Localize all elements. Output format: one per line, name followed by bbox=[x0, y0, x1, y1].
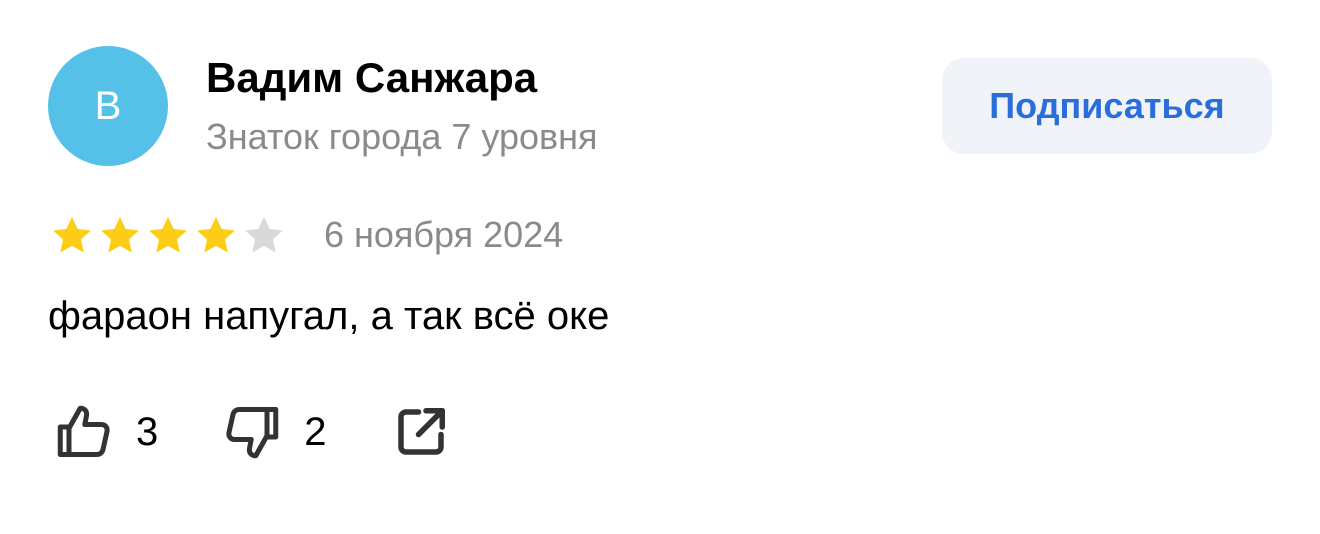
rating-stars bbox=[50, 214, 286, 258]
star-icon bbox=[53, 216, 91, 253]
star-icon bbox=[245, 216, 283, 253]
share-button[interactable] bbox=[391, 402, 451, 462]
star-icon bbox=[149, 216, 187, 253]
review-date: 6 ноября 2024 bbox=[324, 214, 564, 255]
author-name[interactable]: Вадим Санжара bbox=[206, 54, 537, 102]
review-text: фараон напугал, а так всё оке bbox=[48, 294, 610, 338]
dislike-button[interactable]: 2 bbox=[222, 402, 327, 462]
review-actions: 3 2 bbox=[54, 402, 451, 462]
thumbs-down-icon bbox=[226, 407, 279, 459]
thumbs-up-icon bbox=[57, 405, 110, 457]
avatar-letter: В bbox=[94, 83, 122, 128]
star-icon bbox=[101, 216, 139, 253]
avatar[interactable]: В bbox=[48, 46, 168, 166]
subscribe-button[interactable]: Подписаться bbox=[942, 58, 1272, 154]
author-level: Знаток города 7 уровня bbox=[206, 116, 598, 157]
like-button[interactable]: 3 bbox=[54, 402, 158, 462]
likes-count: 3 bbox=[136, 409, 159, 454]
star-icon bbox=[197, 216, 235, 253]
dislikes-count: 2 bbox=[304, 409, 327, 454]
share-external-icon bbox=[397, 408, 445, 455]
